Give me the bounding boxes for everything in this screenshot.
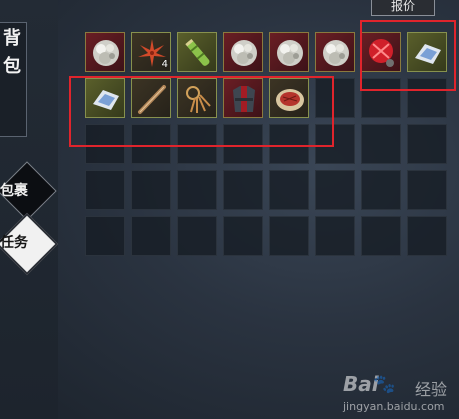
inventory-slot-empty[interactable] [361,124,401,164]
inventory-slot-empty[interactable] [407,124,447,164]
tab-quest-label[interactable]: 任务 [0,234,28,252]
inventory-slot-empty[interactable] [269,216,309,256]
inventory-slot-empty[interactable] [85,170,125,210]
inventory-slot-empty[interactable] [177,216,217,256]
inventory-slot[interactable] [269,32,309,72]
inventory-slot-empty[interactable] [269,170,309,210]
inventory-slot[interactable] [177,32,217,72]
price-quote-button[interactable]: 报价 [371,0,435,16]
inventory-slot[interactable] [315,32,355,72]
highlight-box-top-right [360,20,456,91]
inventory-slot-empty[interactable] [361,216,401,256]
inventory-slot-empty[interactable] [177,170,217,210]
inventory-slot-empty[interactable] [85,216,125,256]
bag-title-char-2: 包 [3,56,21,77]
inventory-slot-empty[interactable] [131,170,171,210]
inventory-slot-empty[interactable] [315,170,355,210]
inventory-slot-empty[interactable] [223,216,263,256]
paw-icon: 🐾 [373,374,396,395]
item-quantity: 4 [161,59,168,70]
inventory-slot-empty[interactable] [315,216,355,256]
inventory-slot-empty[interactable] [407,216,447,256]
inventory-slot-empty[interactable] [361,170,401,210]
inventory-slot-empty[interactable] [131,216,171,256]
bag-title-box: 背 包 [0,22,27,137]
side-panel: 背 包 包裹 任务 [0,0,59,419]
watermark-jingyan-text: 经验 [415,380,448,399]
highlight-box-second-row [69,76,334,147]
watermark-url: jingyan.baidu.com [343,400,445,413]
inventory-slot[interactable] [223,32,263,72]
inventory-slot-empty[interactable] [223,170,263,210]
baidu-jingyan-watermark: Bai 🐾 经验 jingyan.baidu.com [343,372,453,418]
inventory-slot-empty[interactable] [407,170,447,210]
inventory-slot[interactable] [85,32,125,72]
inventory-slot[interactable]: 4 [131,32,171,72]
tab-bag-label[interactable]: 包裹 [0,182,28,200]
bag-title-char-1: 背 [3,28,21,49]
